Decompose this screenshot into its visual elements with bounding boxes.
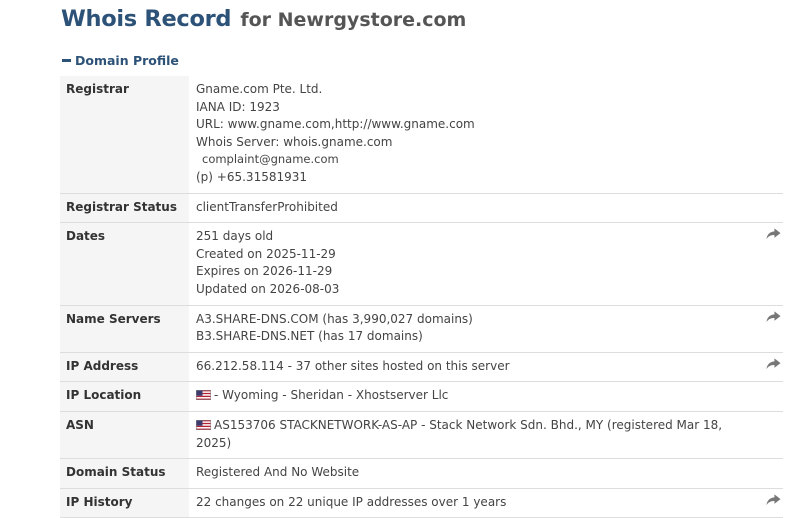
whois-row: Name Servers A3.SHARE-DNS.COM (has 3,990,… bbox=[60, 305, 783, 353]
row-action bbox=[757, 488, 783, 518]
value-line: Whois Server: whois.gname.com bbox=[196, 134, 393, 149]
whois-row: IP Location - Wyoming - Sheridan - Xhosts… bbox=[60, 381, 783, 412]
value-text: - Wyoming - Sheridan - Xhostserver Llc bbox=[214, 388, 449, 403]
whois-row: Domain Status Registered And No Website bbox=[60, 458, 783, 489]
row-action bbox=[757, 222, 783, 306]
page-title-main: Whois Record bbox=[61, 6, 232, 32]
value-line: 251 days old bbox=[196, 229, 274, 244]
share-arrow-icon[interactable] bbox=[766, 310, 781, 323]
value-line: Expires on 2026-11-29 bbox=[196, 264, 333, 279]
domain-profile-toggle[interactable]: Domain Profile bbox=[62, 53, 179, 68]
whois-row: Registrar Gname.com Pte. Ltd. IANA ID: 192… bbox=[60, 76, 783, 194]
row-label: Domain Status bbox=[60, 458, 189, 489]
row-value: A3.SHARE-DNS.COM (has 3,990,027 domains)… bbox=[189, 305, 757, 353]
whois-row: ASN AS153706 STACKNETWORK-AS-AP - Stack N… bbox=[60, 411, 783, 460]
value-line: AS153706 STACKNETWORK-AS-AP - Stack Netw… bbox=[196, 417, 749, 452]
share-arrow-icon[interactable] bbox=[766, 494, 781, 506]
whois-row: IP Address 66.212.58.114 - 37 other sites… bbox=[60, 352, 783, 383]
row-value: - Wyoming - Sheridan - Xhostserver Llc bbox=[189, 381, 757, 412]
row-value: clientTransferProhibited bbox=[189, 193, 757, 224]
whois-table: Registrar Gname.com Pte. Ltd. IANA ID: 192… bbox=[60, 76, 783, 518]
us-flag-icon bbox=[196, 419, 211, 430]
row-action bbox=[757, 381, 783, 412]
row-label: IP Address bbox=[60, 352, 189, 383]
row-action bbox=[757, 458, 783, 489]
domain-profile-label: Domain Profile bbox=[75, 53, 179, 68]
row-value: AS153706 STACKNETWORK-AS-AP - Stack Netw… bbox=[189, 411, 757, 460]
value-line: Created on 2025-11-29 bbox=[196, 246, 336, 261]
value-line: clientTransferProhibited bbox=[196, 199, 338, 214]
value-line: Updated on 2026-08-03 bbox=[196, 281, 340, 296]
row-action bbox=[757, 193, 783, 224]
row-label: Name Servers bbox=[60, 305, 189, 353]
share-arrow-icon[interactable] bbox=[766, 358, 781, 370]
row-value: 66.212.58.114 - 37 other sites hosted on… bbox=[189, 352, 757, 383]
value-line: A3.SHARE-DNS.COM (has 3,990,027 domains) bbox=[196, 311, 473, 326]
value-line: Gname.com Pte. Ltd. bbox=[196, 82, 323, 96]
value-line: 66.212.58.114 - 37 other sites hosted on… bbox=[196, 358, 510, 373]
row-value: Registered And No Website bbox=[189, 458, 757, 489]
row-label: Registrar Status bbox=[60, 193, 189, 224]
value-line: IANA ID: 1923 bbox=[196, 99, 280, 114]
whois-row: IP History 22 changes on 22 unique IP add… bbox=[60, 488, 783, 518]
row-value: 251 days old Created on 2025-11-29 Expires… bbox=[189, 222, 757, 306]
share-arrow-icon[interactable] bbox=[766, 228, 781, 240]
whois-row: Registrar Status clientTransferProhibited bbox=[60, 193, 783, 224]
value-line: complaint@gname.com bbox=[202, 152, 339, 167]
whois-row: Dates 251 days old Created on 2025-11-29 Ex… bbox=[60, 222, 783, 306]
row-label: Registrar bbox=[60, 76, 189, 194]
value-line: - Wyoming - Sheridan - Xhostserver Llc bbox=[196, 387, 749, 405]
row-action bbox=[757, 76, 783, 194]
row-action bbox=[757, 352, 783, 383]
row-action bbox=[757, 305, 783, 353]
value-line: Registered And No Website bbox=[196, 465, 360, 480]
minus-icon bbox=[62, 59, 71, 62]
row-action bbox=[757, 411, 783, 460]
page-title: Whois Record for Newrgystore.com bbox=[61, 6, 466, 32]
value-line: B3.SHARE-DNS.NET (has 17 domains) bbox=[196, 329, 423, 344]
value-text: AS153706 STACKNETWORK-AS-AP - Stack Netw… bbox=[196, 417, 723, 450]
row-label: IP Location bbox=[60, 381, 189, 412]
page-title-domain: for Newrgystore.com bbox=[240, 9, 467, 31]
row-value: 22 changes on 22 unique IP addresses ove… bbox=[189, 488, 757, 518]
value-line: (p) +65.31581931 bbox=[196, 169, 308, 184]
row-label: IP History bbox=[60, 488, 189, 518]
row-label: ASN bbox=[60, 411, 189, 460]
row-value: Gname.com Pte. Ltd. IANA ID: 1923 URL: www… bbox=[189, 76, 757, 194]
value-line: URL: www.gname.com,http://www.gname.com bbox=[196, 117, 475, 132]
row-label: Dates bbox=[60, 222, 189, 306]
us-flag-icon bbox=[196, 390, 211, 401]
